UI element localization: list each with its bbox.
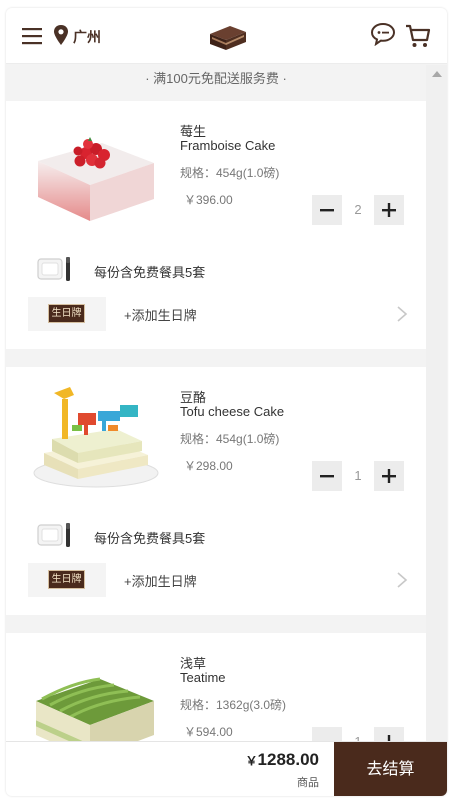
total-amount: 1288.00 (257, 750, 319, 769)
birthday-card-thumb: 生日牌 (28, 297, 106, 331)
quantity-value[interactable]: 2 (342, 195, 374, 225)
menu-icon[interactable] (22, 26, 42, 46)
product-name-en: Teatime (180, 670, 226, 685)
increase-button[interactable] (374, 195, 404, 225)
plus-icon (387, 735, 391, 741)
cart-item-list[interactable]: 莓生 Framboise Cake 规格：454g(1.0磅) ￥396.00 … (6, 101, 426, 741)
birthday-card-row[interactable]: 生日牌 +添加生日牌 (28, 297, 408, 331)
birthday-card-row[interactable]: 生日牌 +添加生日牌 (28, 563, 408, 597)
birthday-card-tag: 生日牌 (48, 304, 85, 323)
cart-item-card: 莓生 Framboise Cake 规格：454g(1.0磅) ￥396.00 … (6, 101, 426, 349)
product-name-en: Tofu cheese Cake (180, 404, 285, 419)
cart-item-card: 豆酪 Tofu cheese Cake 规格：454g(1.0磅) ￥298.0… (6, 367, 426, 615)
currency-symbol: ￥ (245, 754, 258, 768)
city-label[interactable]: 广州 (73, 27, 101, 47)
minus-icon (320, 475, 334, 478)
cake-logo-icon[interactable] (206, 22, 248, 52)
decrease-button[interactable] (312, 195, 342, 225)
minus-icon (319, 734, 335, 741)
framboise-cake-image[interactable] (24, 117, 164, 235)
quantity-value[interactable]: 1 (342, 727, 374, 741)
decrease-button[interactable] (312, 461, 342, 491)
top-header: 广州 (6, 8, 447, 64)
plus-icon (382, 203, 396, 217)
birthday-card-tag: 生日牌 (48, 570, 85, 589)
add-birthday-card-link[interactable]: +添加生日牌 (124, 305, 197, 324)
quantity-stepper: 1 (312, 461, 404, 491)
chevron-right-icon[interactable] (396, 572, 408, 588)
product-spec: 规格：1362g(3.0磅) (180, 698, 287, 712)
checkout-bar: ￥1288.00 商品 去结算 (6, 741, 447, 796)
app-frame: 广州 · 满100元免配送服务费 · 莓生 Framboise Cake 规格：… (6, 8, 447, 796)
cart-total: ￥1288.00 (246, 750, 319, 770)
scroll-up-arrow-icon[interactable] (432, 71, 442, 77)
minus-icon (320, 209, 334, 212)
tableware-info: 每份含免费餐具5套 (94, 265, 206, 280)
product-name-en: Framboise Cake (180, 138, 276, 153)
tableware-info: 每份含免费餐具5套 (94, 531, 206, 546)
tableware-icon (37, 257, 70, 281)
product-price: ￥594.00 (184, 725, 233, 739)
tableware-icon (37, 523, 70, 547)
product-price: ￥298.00 (184, 459, 233, 473)
quantity-stepper: 2 (312, 195, 404, 225)
cart-item-card: 浅草 Teatime 规格：1362g(3.0磅) ￥594.00 1 (6, 633, 426, 741)
birthday-card-thumb: 生日牌 (28, 563, 106, 597)
product-spec: 规格：454g(1.0磅) (180, 166, 280, 180)
tofu-cheese-cake-image[interactable] (24, 383, 164, 501)
increase-button[interactable] (374, 461, 404, 491)
total-caption: 商品 (297, 777, 319, 789)
free-delivery-notice: · 满100元免配送服务费 · (6, 65, 426, 101)
location-pin-icon[interactable] (53, 25, 69, 45)
cart-icon[interactable] (404, 22, 432, 50)
scrollbar[interactable] (426, 65, 447, 745)
decrease-button[interactable] (312, 727, 342, 741)
product-price: ￥396.00 (184, 193, 233, 207)
checkout-button[interactable]: 去结算 (334, 742, 447, 796)
quantity-stepper: 1 (312, 727, 404, 741)
teatime-cake-image[interactable] (24, 649, 164, 741)
quantity-value[interactable]: 1 (342, 461, 374, 491)
add-birthday-card-link[interactable]: +添加生日牌 (124, 571, 197, 590)
product-spec: 规格：454g(1.0磅) (180, 432, 280, 446)
chevron-right-icon[interactable] (396, 306, 408, 322)
increase-button[interactable] (374, 727, 404, 741)
plus-icon (382, 469, 396, 483)
chat-icon[interactable] (370, 22, 396, 46)
